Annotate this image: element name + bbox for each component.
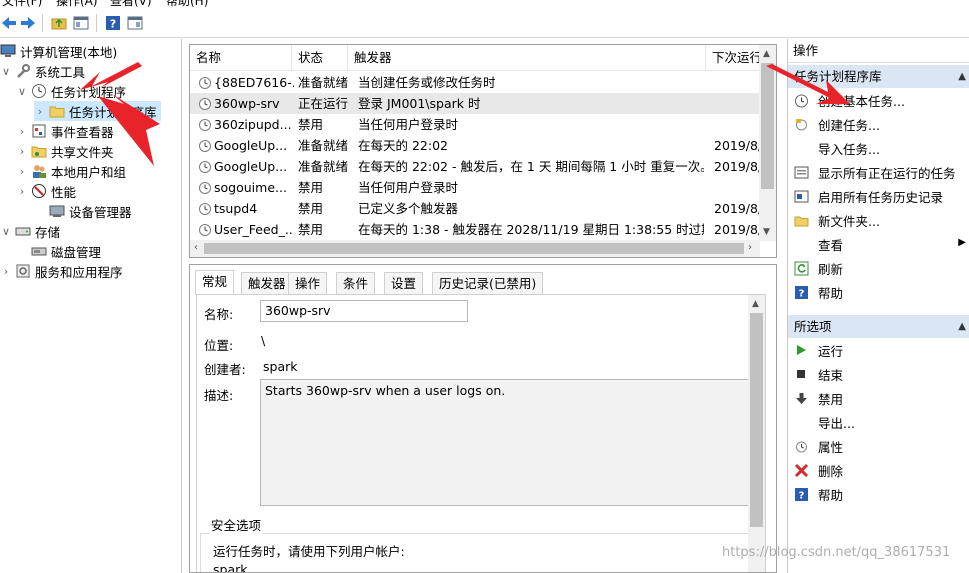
annotation-arrow-1	[80, 62, 142, 90]
annotation-arrows	[80, 62, 850, 166]
annotation-arrow-3	[766, 64, 850, 104]
watermark: https://blog.csdn.net/qq_38617531	[722, 545, 951, 560]
annotation-arrow-2	[98, 94, 160, 166]
